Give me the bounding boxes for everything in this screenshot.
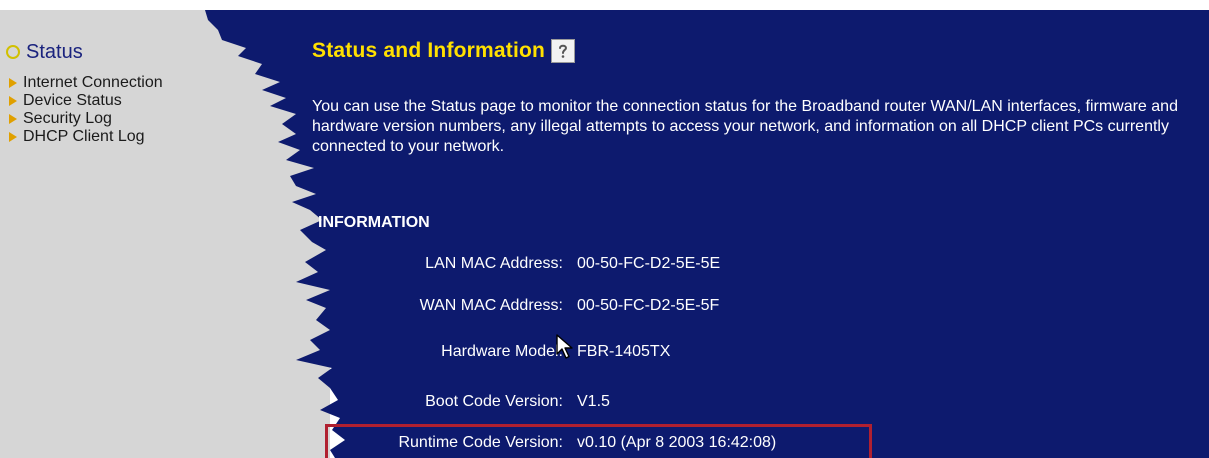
- runtime-version-highlight-box: [325, 424, 872, 458]
- info-label: LAN MAC Address:: [425, 255, 563, 272]
- help-glyph-icon: [559, 44, 568, 58]
- sidebar-status-link[interactable]: Status: [6, 40, 83, 64]
- sidebar-status-label: Status: [26, 41, 83, 63]
- info-label: WAN MAC Address:: [419, 297, 563, 314]
- information-heading: INFORMATION: [318, 214, 430, 231]
- info-row-hardware-model: Hardware Model: FBR-1405TX: [300, 342, 1000, 362]
- sidebar-item-internet-connection[interactable]: Internet Connection: [9, 74, 163, 92]
- sidebar-item-dhcp-client-log[interactable]: DHCP Client Log: [9, 128, 163, 146]
- info-label: Hardware Model:: [441, 343, 563, 360]
- content-panel: [205, 10, 1209, 458]
- triangle-right-icon: [9, 78, 17, 88]
- sidebar-item-label: Device Status: [23, 92, 122, 109]
- sidebar-item-device-status[interactable]: Device Status: [9, 92, 163, 110]
- sidebar-item-label: DHCP Client Log: [23, 128, 145, 145]
- sidebar-item-label: Security Log: [23, 110, 112, 127]
- mouse-pointer-icon: [556, 334, 573, 359]
- info-row-lan-mac: LAN MAC Address: 00-50-FC-D2-5E-5E: [300, 254, 1000, 274]
- router-status-page: Status Internet Connection Device Status…: [0, 0, 1209, 458]
- triangle-right-icon: [9, 114, 17, 124]
- intro-paragraph: You can use the Status page to monitor t…: [312, 98, 1178, 155]
- info-row-boot-code-version: Boot Code Version: V1.5: [300, 392, 1000, 412]
- info-value: 00-50-FC-D2-5E-5E: [577, 255, 721, 272]
- page-title: Status and Information: [312, 39, 546, 62]
- ring-icon: [6, 45, 20, 59]
- info-label: Boot Code Version:: [425, 393, 563, 410]
- sidebar-menu: Internet Connection Device Status Securi…: [9, 74, 163, 146]
- info-value: V1.5: [577, 393, 610, 410]
- info-value: FBR-1405TX: [577, 343, 671, 360]
- sidebar-item-security-log[interactable]: Security Log: [9, 110, 163, 128]
- triangle-right-icon: [9, 96, 17, 106]
- info-row-wan-mac: WAN MAC Address: 00-50-FC-D2-5E-5F: [300, 296, 1000, 316]
- triangle-right-icon: [9, 132, 17, 142]
- sidebar-item-label: Internet Connection: [23, 74, 163, 91]
- page-header: Status and Information: [312, 38, 576, 64]
- info-value: 00-50-FC-D2-5E-5F: [577, 297, 720, 314]
- help-icon[interactable]: [551, 39, 576, 63]
